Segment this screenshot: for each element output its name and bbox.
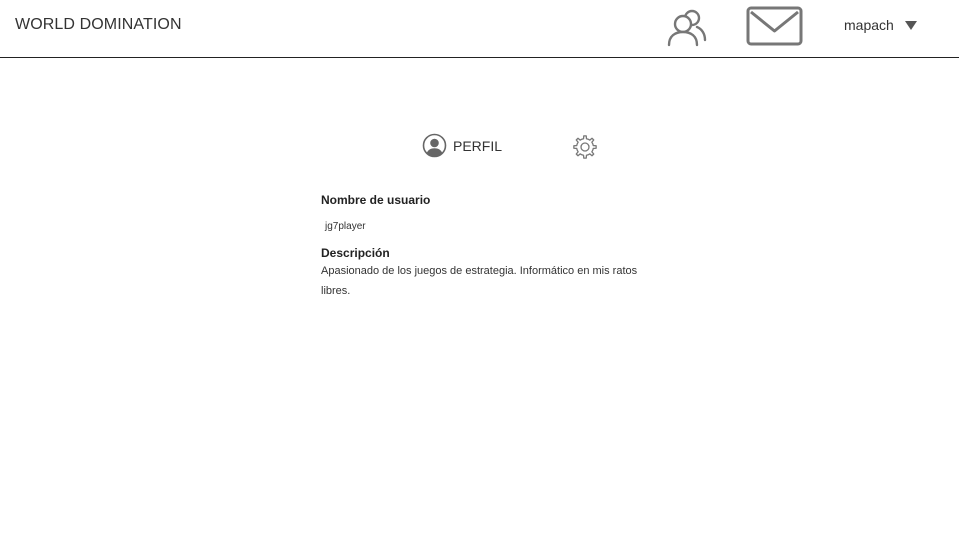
user-circle-icon xyxy=(422,133,447,158)
messages-button[interactable] xyxy=(746,5,804,47)
tab-profile-label: PERFIL xyxy=(453,137,503,154)
caret-down-icon xyxy=(904,21,917,30)
app-title[interactable]: WORLD DOMINATION xyxy=(15,16,182,34)
tab-settings[interactable] xyxy=(572,134,598,160)
tab-profile[interactable]: PERFIL xyxy=(422,133,502,158)
profile-tabs: PERFIL xyxy=(422,133,602,161)
description-text: Apasionado de los juegos de estrategia. … xyxy=(321,265,638,297)
users-icon xyxy=(667,9,707,47)
envelope-icon xyxy=(746,6,803,46)
username-value: jg7player xyxy=(325,221,366,232)
top-navigation-bar: WORLD DOMINATION mapach xyxy=(0,0,959,58)
description-field-label: Descripción xyxy=(321,246,390,260)
gear-icon xyxy=(573,135,597,159)
username-label: mapach xyxy=(844,17,894,33)
user-menu[interactable]: mapach xyxy=(844,17,918,33)
username-field-label: Nombre de usuario xyxy=(321,193,431,207)
profile-details: Nombre de usuario jg7player Descripción … xyxy=(321,193,641,301)
friends-button[interactable] xyxy=(666,6,708,48)
